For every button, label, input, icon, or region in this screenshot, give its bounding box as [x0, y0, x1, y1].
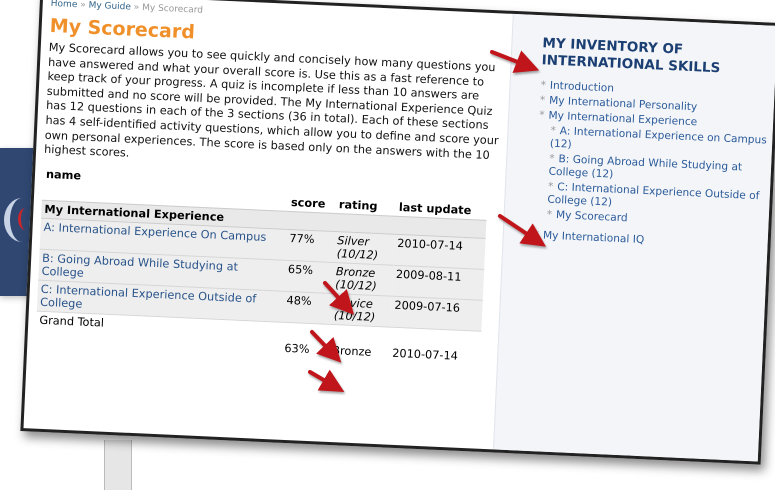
bullet-icon: *: [547, 180, 554, 193]
bullet-icon: *: [550, 124, 557, 137]
bullet-icon: *: [538, 109, 545, 122]
row-rating: Silver (10/12): [333, 231, 395, 265]
row-date: 2010-07-14: [393, 233, 486, 270]
row-rating: Novice (10/12): [330, 293, 392, 327]
bullet-icon: *: [540, 79, 547, 92]
bullet-icon: *: [533, 229, 540, 242]
breadcrumb-guide-link[interactable]: My Guide: [88, 1, 131, 13]
row-b-link[interactable]: B: Going Abroad While Studying at Colleg…: [41, 252, 238, 280]
bullet-icon: *: [539, 94, 546, 107]
row-score: 48%: [282, 291, 332, 325]
sidebar: MY INVENTORY OF INTERNATIONAL SKILLS * In…: [493, 13, 775, 462]
row-rating-count: (10/12): [336, 246, 379, 262]
breadcrumb-separator: »: [77, 0, 89, 11]
sidebar-item-iq[interactable]: * My International IQ: [503, 228, 767, 253]
grand-total-date: 2010-07-14: [388, 344, 481, 366]
sidebar-title: MY INVENTORY OF INTERNATIONAL SKILLS: [541, 35, 721, 77]
grand-total-rating: Bronze: [328, 341, 390, 362]
sidebar-nav: * Introduction * My International Personal…: [503, 78, 774, 253]
row-rating-count: (10/12): [333, 308, 376, 324]
row-score: 65%: [283, 260, 334, 294]
column-header-score: score: [290, 195, 326, 211]
scorecard-table: name score rating last update My Interna…: [35, 165, 488, 366]
sidebar-item-label[interactable]: Introduction: [550, 80, 615, 95]
row-date: 2009-08-11: [391, 264, 485, 301]
bullet-icon: *: [548, 152, 555, 165]
row-rating: Bronze (10/12): [331, 262, 394, 296]
main-content: Home » My Guide » My Scorecard My Scorec…: [31, 0, 505, 449]
sidebar-item-label[interactable]: My International IQ: [543, 229, 645, 246]
row-rating-count: (10/12): [335, 277, 377, 293]
bullet-icon: *: [546, 208, 553, 221]
grand-total-score: 63%: [281, 339, 330, 359]
row-score: 77%: [285, 229, 335, 263]
intro-paragraph: My Scorecard allows you to see quickly a…: [43, 40, 499, 162]
row-date: 2009-07-16: [390, 295, 483, 332]
breadcrumb-current: My Scorecard: [141, 3, 204, 16]
scorecard-screenshot: Home » My Guide » My Scorecard My Scorec…: [20, 0, 775, 465]
background-page-edge: [104, 440, 132, 490]
sidebar-item-label[interactable]: My Scorecard: [556, 209, 628, 224]
breadcrumb-home-link[interactable]: Home: [51, 0, 78, 10]
